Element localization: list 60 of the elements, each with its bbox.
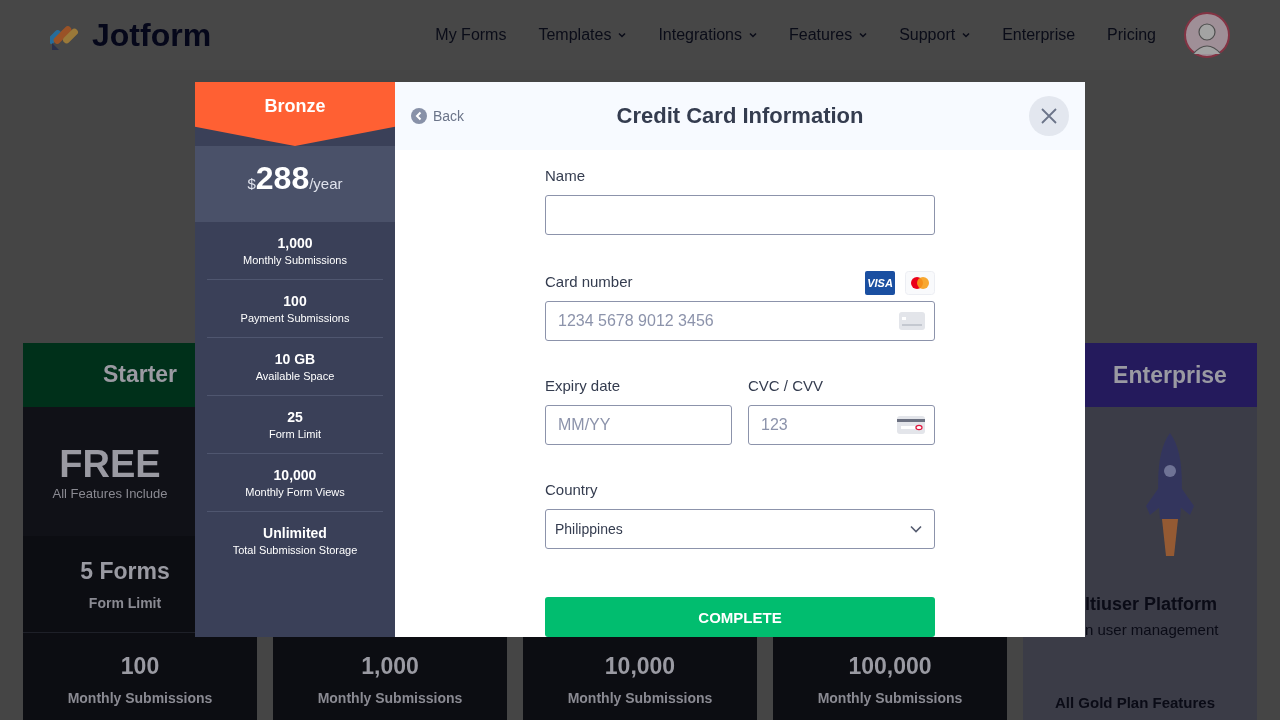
expiry-field[interactable]: MM/YY — [545, 405, 732, 445]
back-icon — [411, 108, 427, 124]
feature-value: 1,000 — [277, 235, 313, 251]
nav-link[interactable]: My Forms — [435, 26, 507, 44]
logo-text[interactable]: Jotform — [92, 16, 212, 54]
complete-button[interactable]: COMPLETE — [545, 597, 935, 637]
feature-label: Available Space — [255, 370, 335, 382]
submissions-label: Monthly Submissions — [567, 690, 713, 706]
plan-price: 288 — [255, 160, 310, 197]
back-link[interactable]: Back — [411, 108, 465, 124]
feature-label: Monthly Form Views — [245, 486, 345, 498]
feature-label: Monthly Submissions — [243, 254, 347, 266]
nav-link[interactable]: Integrations — [658, 26, 757, 44]
submissions-label: Monthly Submissions — [817, 690, 963, 706]
submissions-label: Monthly Submissions — [317, 690, 463, 706]
currency-symbol: $ — [247, 175, 256, 192]
field-label: Expiry date — [545, 377, 622, 394]
nav-link[interactable]: Pricing — [1107, 26, 1156, 44]
form-limit-label: Form Limit — [88, 594, 162, 611]
visa-logo: VISA — [865, 271, 895, 295]
card-back-icon — [897, 416, 925, 434]
close-button[interactable] — [1029, 96, 1069, 136]
submissions-value: 100 — [120, 653, 160, 681]
feature-value: 25 — [287, 409, 303, 425]
feature-value: Unlimited — [263, 525, 327, 541]
submissions-value: 100,000 — [848, 653, 932, 680]
card-icon — [899, 312, 925, 330]
submissions-value: 1,000 — [361, 653, 419, 680]
nav-link[interactable]: Templates — [538, 26, 627, 44]
nav-link[interactable]: Features — [789, 26, 868, 44]
feature-value: 10 GB — [274, 351, 316, 367]
feature-label: Payment Submissions — [240, 312, 350, 324]
submissions-label: Monthly Submissions — [67, 690, 213, 707]
chevron-down-icon — [910, 525, 922, 533]
nav-link[interactable]: Enterprise — [1002, 26, 1076, 44]
price-period: /year — [309, 175, 343, 192]
feature-label: Total Submission Storage — [232, 544, 358, 556]
form-limit-value: 5 Forms — [80, 557, 170, 585]
field-label: Card number — [545, 273, 633, 290]
plan-price-note: All Features Include — [52, 485, 168, 501]
avatar-icon[interactable] — [1184, 12, 1230, 58]
card-number-field[interactable]: 1234 5678 9012 3456 — [545, 301, 935, 341]
field-label: CVC / CVV — [748, 377, 824, 394]
feature-label: Form Limit — [269, 428, 321, 440]
dialog-title: Credit Card Information — [616, 103, 864, 129]
field-label: Name — [545, 167, 586, 184]
plan-price: FREE — [59, 442, 161, 486]
plan-name: Enterprise — [1112, 361, 1227, 389]
name-field[interactable] — [545, 195, 935, 235]
cvc-field[interactable]: 123 — [748, 405, 935, 445]
field-label: Country — [545, 481, 599, 498]
submissions-value: 10,000 — [604, 653, 676, 680]
plan-name: Starter — [102, 361, 178, 389]
close-icon — [1041, 108, 1057, 124]
nav-link[interactable]: Support — [899, 26, 971, 44]
country-select[interactable]: Philippines — [545, 509, 935, 549]
plan-name: Bronze — [264, 96, 326, 118]
feature-value: 100 — [283, 293, 307, 309]
mastercard-icon — [905, 271, 935, 295]
feature-value: 10,000 — [273, 467, 317, 483]
